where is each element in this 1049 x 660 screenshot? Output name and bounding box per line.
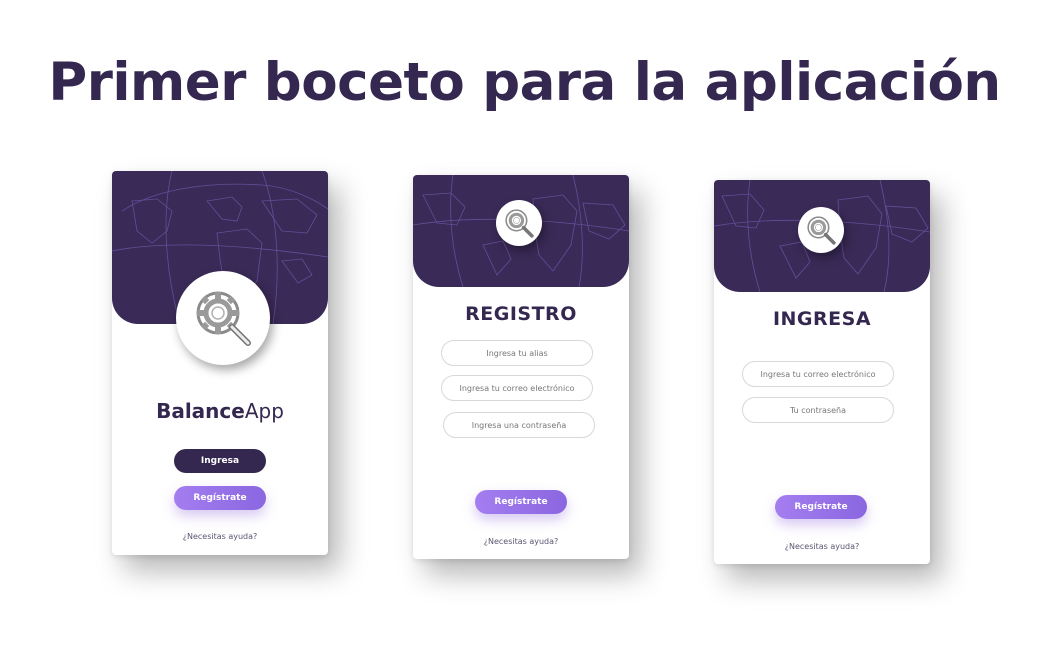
app-logo [176,271,270,365]
login-screen: INGRESA Ingresa tu correo electrónico Tu… [714,180,930,564]
gear-magnifier-icon [196,291,251,346]
help-link[interactable]: ¿Necesitas ayuda? [413,537,629,546]
register-submit-button[interactable]: Regístrate [475,490,567,514]
brand-name-regular: App [244,399,284,423]
password-field[interactable]: Ingresa una contraseña [443,412,595,438]
register-screen: REGISTRO Ingresa tu alias Ingresa tu cor… [413,175,629,559]
alias-field[interactable]: Ingresa tu alias [441,340,593,366]
help-link[interactable]: ¿Necesitas ayuda? [714,542,930,551]
password-field[interactable]: Tu contraseña [742,397,894,423]
register-button[interactable]: Regístrate [174,486,266,510]
login-heading: INGRESA [772,308,872,330]
gear-magnifier-icon [505,209,534,238]
app-logo [798,207,844,253]
help-link[interactable]: ¿Necesitas ayuda? [112,532,328,541]
app-logo [496,200,542,246]
app-brand-name: BalanceApp [112,399,328,423]
email-field[interactable]: Ingresa tu correo electrónico [441,375,593,401]
gear-magnifier-icon [807,216,836,245]
login-button[interactable]: Ingresa [174,449,266,473]
register-heading: REGISTRO [465,303,577,325]
splash-screen: BalanceApp Ingresa Regístrate ¿Necesitas… [112,171,328,555]
email-field[interactable]: Ingresa tu correo electrónico [742,361,894,387]
register-submit-button[interactable]: Regístrate [775,495,867,519]
brand-name-bold: Balance [156,399,245,423]
page-title: Primer boceto para la aplicación [48,52,1001,113]
